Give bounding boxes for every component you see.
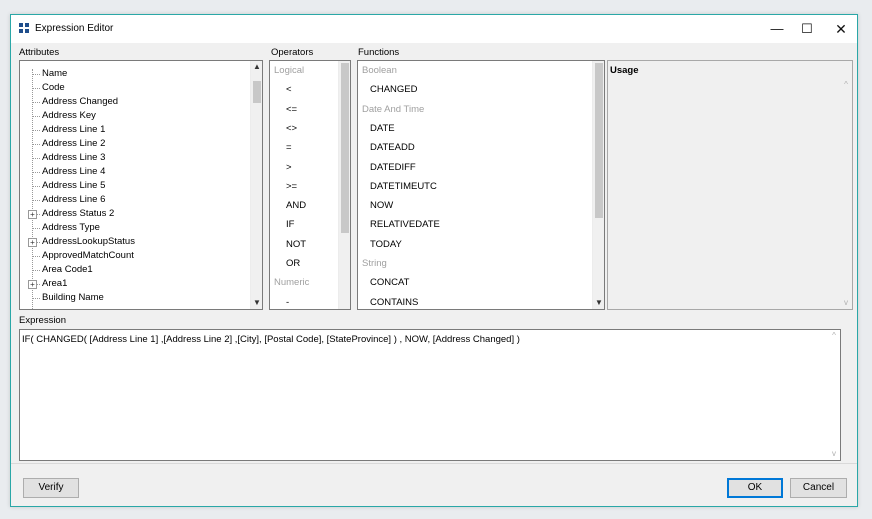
attribute-label: Building Name xyxy=(42,292,104,303)
scroll-down-icon[interactable]: ▼ xyxy=(251,297,262,309)
category-header: Numeric xyxy=(274,277,310,289)
scroll-down-icon[interactable]: v xyxy=(828,448,840,460)
category-header: Logical xyxy=(274,65,305,76)
expression-editor-window: Expression Editor — ☐ ✕ Attributes Opera… xyxy=(10,14,858,507)
attribute-label: Address Key xyxy=(42,110,96,121)
attribute-label: Address Line 5 xyxy=(42,180,106,191)
operator-item[interactable]: > xyxy=(286,158,292,177)
operator-item[interactable]: IF xyxy=(286,215,294,234)
category-header: Boolean xyxy=(362,65,397,76)
title-bar: Expression Editor — ☐ ✕ xyxy=(11,15,857,43)
tree-connector xyxy=(32,270,40,271)
close-button[interactable]: ✕ xyxy=(823,17,859,41)
tree-connector xyxy=(32,228,40,229)
operator-item[interactable]: OR xyxy=(286,254,300,273)
attribute-label: Address Type xyxy=(42,222,100,233)
attribute-label: Address Changed xyxy=(42,96,119,107)
attributes-list[interactable]: Name Code Address Changed Address Key Addres… xyxy=(19,60,263,310)
scroll-thumb[interactable] xyxy=(595,63,603,218)
function-item[interactable]: CONTAINS xyxy=(370,293,418,309)
usage-label: Usage xyxy=(610,65,639,76)
attribute-label: Area Code1 xyxy=(42,264,93,275)
cancel-button[interactable]: Cancel xyxy=(790,478,847,498)
expression-text[interactable]: IF( CHANGED( [Address Line 1] ,[Address … xyxy=(22,334,520,345)
scroll-down-icon[interactable]: v xyxy=(840,297,852,309)
attributes-scrollbar[interactable]: ▲ ▼ xyxy=(250,61,262,309)
scroll-thumb[interactable] xyxy=(253,81,261,103)
button-bar-divider xyxy=(11,463,857,464)
attribute-label: Area1 xyxy=(42,278,68,289)
tree-connector xyxy=(32,88,40,89)
attribute-label: Code xyxy=(42,82,65,93)
tree-connector xyxy=(32,256,40,257)
scroll-up-icon[interactable]: ▲ xyxy=(251,61,262,73)
tree-connector xyxy=(32,69,33,309)
operator-item[interactable]: - xyxy=(286,293,289,309)
operator-item[interactable]: AND xyxy=(286,196,306,215)
tree-connector xyxy=(32,158,40,159)
function-item[interactable]: DATE xyxy=(370,119,395,138)
expression-label: Expression xyxy=(19,315,66,326)
attribute-label: Name xyxy=(42,68,68,79)
function-item[interactable]: DATETIMEUTC xyxy=(370,177,437,196)
expand-icon[interactable]: + xyxy=(28,280,37,289)
function-item[interactable]: DATEADD xyxy=(370,138,415,157)
tree-connector xyxy=(32,144,40,145)
verify-button[interactable]: Verify xyxy=(23,478,79,498)
attribute-label: Address Line 4 xyxy=(42,166,106,177)
scroll-up-icon[interactable]: ^ xyxy=(840,79,852,91)
window-title: Expression Editor xyxy=(35,23,114,34)
scroll-up-icon[interactable]: ^ xyxy=(828,330,840,342)
scroll-thumb[interactable] xyxy=(341,63,349,233)
functions-label: Functions xyxy=(358,47,400,58)
category-header: Date And Time xyxy=(362,103,425,115)
operator-item[interactable]: >= xyxy=(286,177,297,196)
function-item[interactable]: RELATIVEDATE xyxy=(370,215,440,234)
tree-connector xyxy=(32,130,40,131)
attributes-label: Attributes xyxy=(19,47,60,58)
tree-connector xyxy=(32,186,40,187)
expression-field[interactable]: IF( CHANGED( [Address Line 1] ,[Address … xyxy=(19,329,841,461)
function-item[interactable]: NOW xyxy=(370,196,393,215)
attribute-label: AddressLookupStatus xyxy=(42,236,135,247)
attribute-label: Address Line 6 xyxy=(42,194,106,205)
usage-scrollbar[interactable]: ^ v xyxy=(840,61,852,309)
attribute-label: Address Line 2 xyxy=(42,138,106,149)
operator-item[interactable]: < xyxy=(286,80,292,99)
function-item[interactable]: CHANGED xyxy=(370,80,418,99)
functions-scrollbar[interactable]: ▼ xyxy=(592,61,604,309)
ok-button[interactable]: OK xyxy=(727,478,783,498)
function-item[interactable]: TODAY xyxy=(370,235,402,254)
app-icon xyxy=(19,23,30,34)
attribute-label: Address Status 2 xyxy=(42,208,115,219)
expand-icon[interactable]: + xyxy=(28,238,37,247)
scroll-down-icon[interactable]: ▼ xyxy=(593,297,604,309)
operator-item[interactable]: <= xyxy=(286,100,297,119)
function-item[interactable]: CONCAT xyxy=(370,273,409,292)
tree-connector xyxy=(32,116,40,117)
tree-connector xyxy=(32,172,40,173)
tree-connector xyxy=(32,74,40,75)
functions-list[interactable]: Boolean CHANGED Date And Time DATE DATEADD DA… xyxy=(357,60,605,310)
operators-label: Operators xyxy=(271,47,314,58)
tree-connector xyxy=(32,102,40,103)
usage-panel: Usage ^ v xyxy=(607,60,853,310)
operator-item[interactable]: <> xyxy=(286,119,297,138)
tree-connector xyxy=(32,298,40,299)
expand-icon[interactable]: + xyxy=(28,210,37,219)
maximize-button[interactable]: ☐ xyxy=(789,17,825,41)
operators-list[interactable]: Logical < <= <> = > >= AND IF NOT OR Numeric - xyxy=(269,60,351,310)
category-header: String xyxy=(362,258,387,269)
operators-scrollbar[interactable] xyxy=(338,61,350,309)
function-item[interactable]: DATEDIFF xyxy=(370,158,416,177)
attribute-label: Address Line 1 xyxy=(42,124,106,135)
expression-scrollbar[interactable]: ^ v xyxy=(828,330,840,460)
attribute-label: Address Line 3 xyxy=(42,152,106,163)
operator-item[interactable]: = xyxy=(286,138,292,157)
tree-connector xyxy=(32,200,40,201)
attribute-label: ApprovedMatchCount xyxy=(42,250,134,261)
operator-item[interactable]: NOT xyxy=(286,235,306,254)
